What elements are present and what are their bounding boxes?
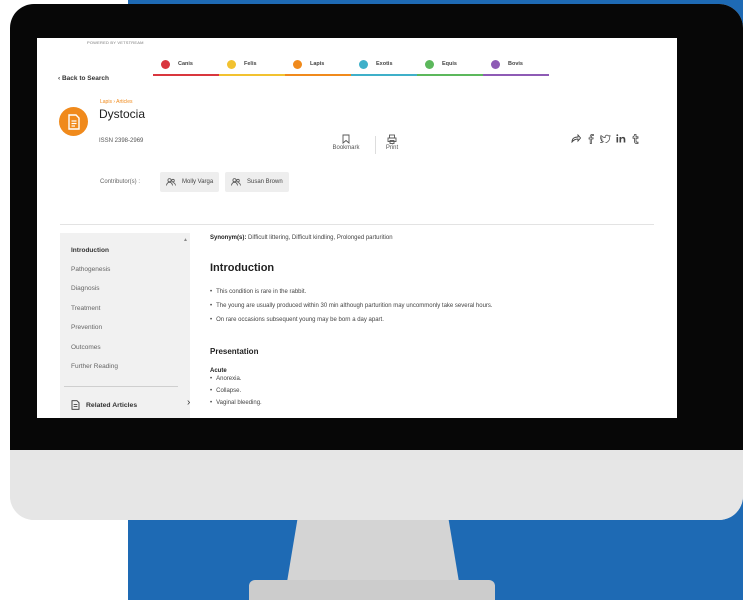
breadcrumb[interactable]: Lapis › Articles [100, 99, 133, 105]
contributor-chip-susan-brown[interactable]: Susan Brown [225, 172, 289, 192]
list-item: Vaginal bleeding. [210, 400, 262, 412]
tab-felis[interactable]: Felis [219, 54, 285, 76]
sidebar-item-prevention[interactable]: Prevention [71, 324, 102, 331]
facebook-icon[interactable] [585, 133, 596, 144]
monitor-chin [10, 450, 743, 520]
acute-list: Anorexia. Collapse. Vaginal bleeding. [210, 376, 262, 412]
tab-label: Lapis [310, 61, 325, 67]
introduction-heading: Introduction [210, 262, 275, 274]
tab-label: Bovis [508, 61, 523, 67]
equis-icon [425, 59, 434, 69]
scroll-up-icon[interactable]: ▲ [183, 237, 188, 243]
sidebar-divider [64, 386, 178, 387]
sidebar-item-pathogenesis[interactable]: Pathogenesis [71, 266, 110, 273]
synonyms-label: Synonym(s): [210, 235, 247, 241]
bovis-icon [491, 59, 500, 69]
page-title: Dystocia [99, 107, 146, 121]
document-icon [71, 400, 80, 410]
bookmark-icon [342, 134, 350, 144]
list-item: On rare occasions subsequent young may b… [210, 317, 493, 331]
related-articles-button[interactable]: Related Articles [71, 400, 137, 410]
tab-lapis[interactable]: Lapis [285, 54, 351, 76]
tab-exotis[interactable]: Exotis [351, 54, 417, 76]
tab-canis[interactable]: Canis [153, 54, 219, 76]
tab-label: Canis [178, 61, 193, 67]
bookmark-label: Bookmark [332, 145, 360, 151]
sidebar-item-treatment[interactable]: Treatment [71, 305, 100, 312]
felis-icon [227, 59, 236, 69]
screen: POWERED BY VETSTREAM Canis Felis Lapis E… [37, 38, 677, 418]
lapis-icon [293, 59, 302, 69]
print-label: Print [385, 145, 399, 151]
tab-equis[interactable]: Equis [417, 54, 483, 76]
list-item: Anorexia. [210, 376, 262, 388]
chevron-right-icon[interactable]: › [187, 397, 190, 408]
acute-heading: Acute [210, 368, 227, 374]
species-tabs: Canis Felis Lapis Exotis Equis Bovis [153, 54, 549, 76]
issn-label: ISSN 2398-2969 [99, 138, 144, 144]
contributor-name: Susan Brown [247, 179, 283, 185]
exotis-icon [359, 59, 368, 69]
twitter-icon[interactable] [600, 133, 611, 144]
contributors-label: Contributor(s) : [100, 179, 141, 185]
table-of-contents-sidebar: ▲ Introduction Pathogenesis Diagnosis Tr… [60, 233, 190, 418]
section-divider [60, 224, 654, 225]
contributor-name: Molly Varga [182, 179, 214, 185]
list-item: Collapse. [210, 388, 262, 400]
monitor-stand-foot [249, 580, 495, 600]
monitor-stand-neck [287, 520, 459, 582]
brand-tagline: POWERED BY VETSTREAM [87, 40, 144, 45]
share-icon[interactable] [570, 133, 581, 144]
back-to-search-link[interactable]: ‹ Back to Search [58, 75, 109, 82]
linkedin-icon[interactable] [615, 133, 626, 144]
bookmark-button[interactable]: Bookmark [326, 134, 366, 151]
presentation-heading: Presentation [210, 347, 259, 356]
tab-label: Felis [244, 61, 257, 67]
sidebar-item-introduction[interactable]: Introduction [71, 247, 109, 254]
document-icon [59, 107, 88, 136]
share-icons [570, 133, 641, 144]
people-icon [231, 178, 241, 186]
introduction-list: This condition is rare in the rabbit. Th… [210, 289, 493, 331]
print-button[interactable]: Print [372, 134, 412, 151]
synonyms-text: Difficult littering, Difficult kindling,… [246, 235, 393, 241]
people-icon [166, 178, 176, 186]
synonyms: Synonym(s): Difficult littering, Difficu… [210, 235, 393, 241]
tumblr-icon[interactable] [630, 133, 641, 144]
contributor-chip-molly-varga[interactable]: Molly Varga [160, 172, 220, 192]
sidebar-item-further-reading[interactable]: Further Reading [71, 363, 118, 370]
canis-icon [161, 59, 170, 69]
print-icon [387, 134, 397, 144]
tab-bovis[interactable]: Bovis [483, 54, 549, 76]
sidebar-item-diagnosis[interactable]: Diagnosis [71, 285, 100, 292]
list-item: This condition is rare in the rabbit. [210, 289, 493, 303]
list-item: The young are usually produced within 30… [210, 303, 492, 317]
tab-label: Exotis [376, 61, 393, 67]
related-articles-label: Related Articles [86, 401, 138, 409]
tab-label: Equis [442, 61, 457, 67]
sidebar-item-outcomes[interactable]: Outcomes [71, 344, 101, 351]
